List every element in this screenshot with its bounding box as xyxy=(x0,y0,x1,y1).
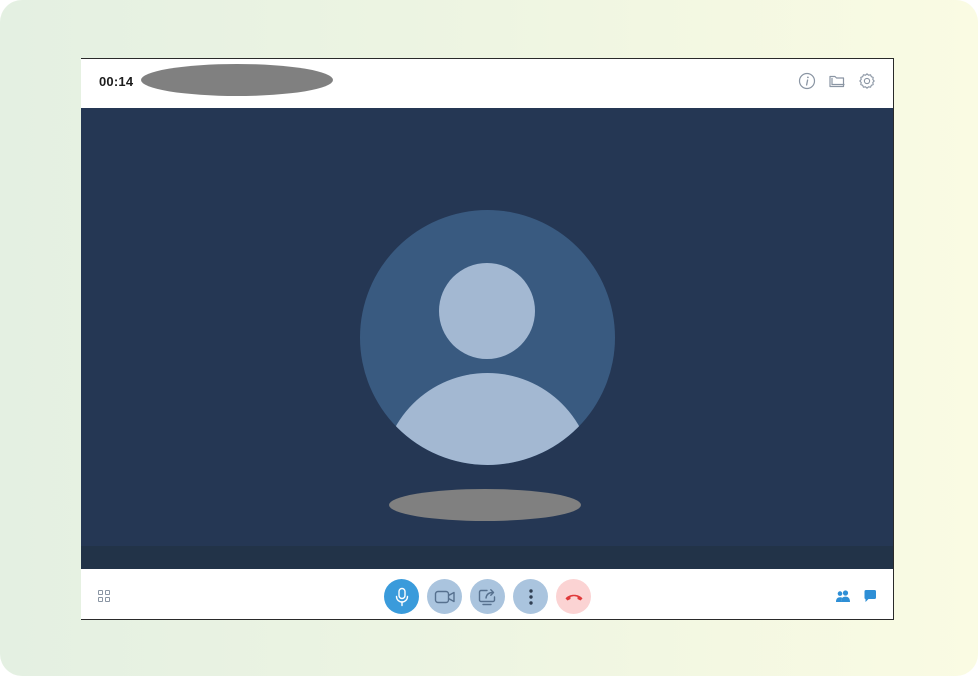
right-icons xyxy=(835,589,877,603)
call-controls xyxy=(384,579,591,614)
avatar-head xyxy=(439,263,535,359)
settings-icon[interactable] xyxy=(858,72,876,90)
camera-icon xyxy=(434,590,455,603)
folder-icon[interactable] xyxy=(828,72,846,90)
top-bar: 00:14 xyxy=(81,59,893,108)
top-icons xyxy=(798,72,876,90)
grid-layout-icon[interactable] xyxy=(98,590,110,602)
avatar-body xyxy=(382,373,593,465)
chat-icon[interactable] xyxy=(863,589,877,603)
more-options-button[interactable] xyxy=(513,579,548,614)
user-avatar xyxy=(360,210,615,465)
participants-icon[interactable] xyxy=(835,589,851,603)
grid-cell xyxy=(98,590,103,595)
share-screen-icon xyxy=(478,588,495,605)
more-options-icon xyxy=(528,588,533,605)
call-timer: 00:14 xyxy=(99,74,134,89)
bottom-bar xyxy=(81,569,893,619)
participant-name-strip xyxy=(81,546,893,569)
end-call-icon xyxy=(565,594,582,600)
redacted-call-title xyxy=(141,64,333,96)
grid-cell xyxy=(98,597,103,602)
end-call-button[interactable] xyxy=(556,579,591,614)
camera-button[interactable] xyxy=(427,579,462,614)
microphone-icon xyxy=(395,587,408,606)
call-window: 00:14 xyxy=(81,58,894,620)
grid-cell xyxy=(105,597,110,602)
share-screen-button[interactable] xyxy=(470,579,505,614)
redacted-participant-name xyxy=(389,489,581,521)
grid-cell xyxy=(105,590,110,595)
microphone-button[interactable] xyxy=(384,579,419,614)
info-icon[interactable] xyxy=(798,72,816,90)
